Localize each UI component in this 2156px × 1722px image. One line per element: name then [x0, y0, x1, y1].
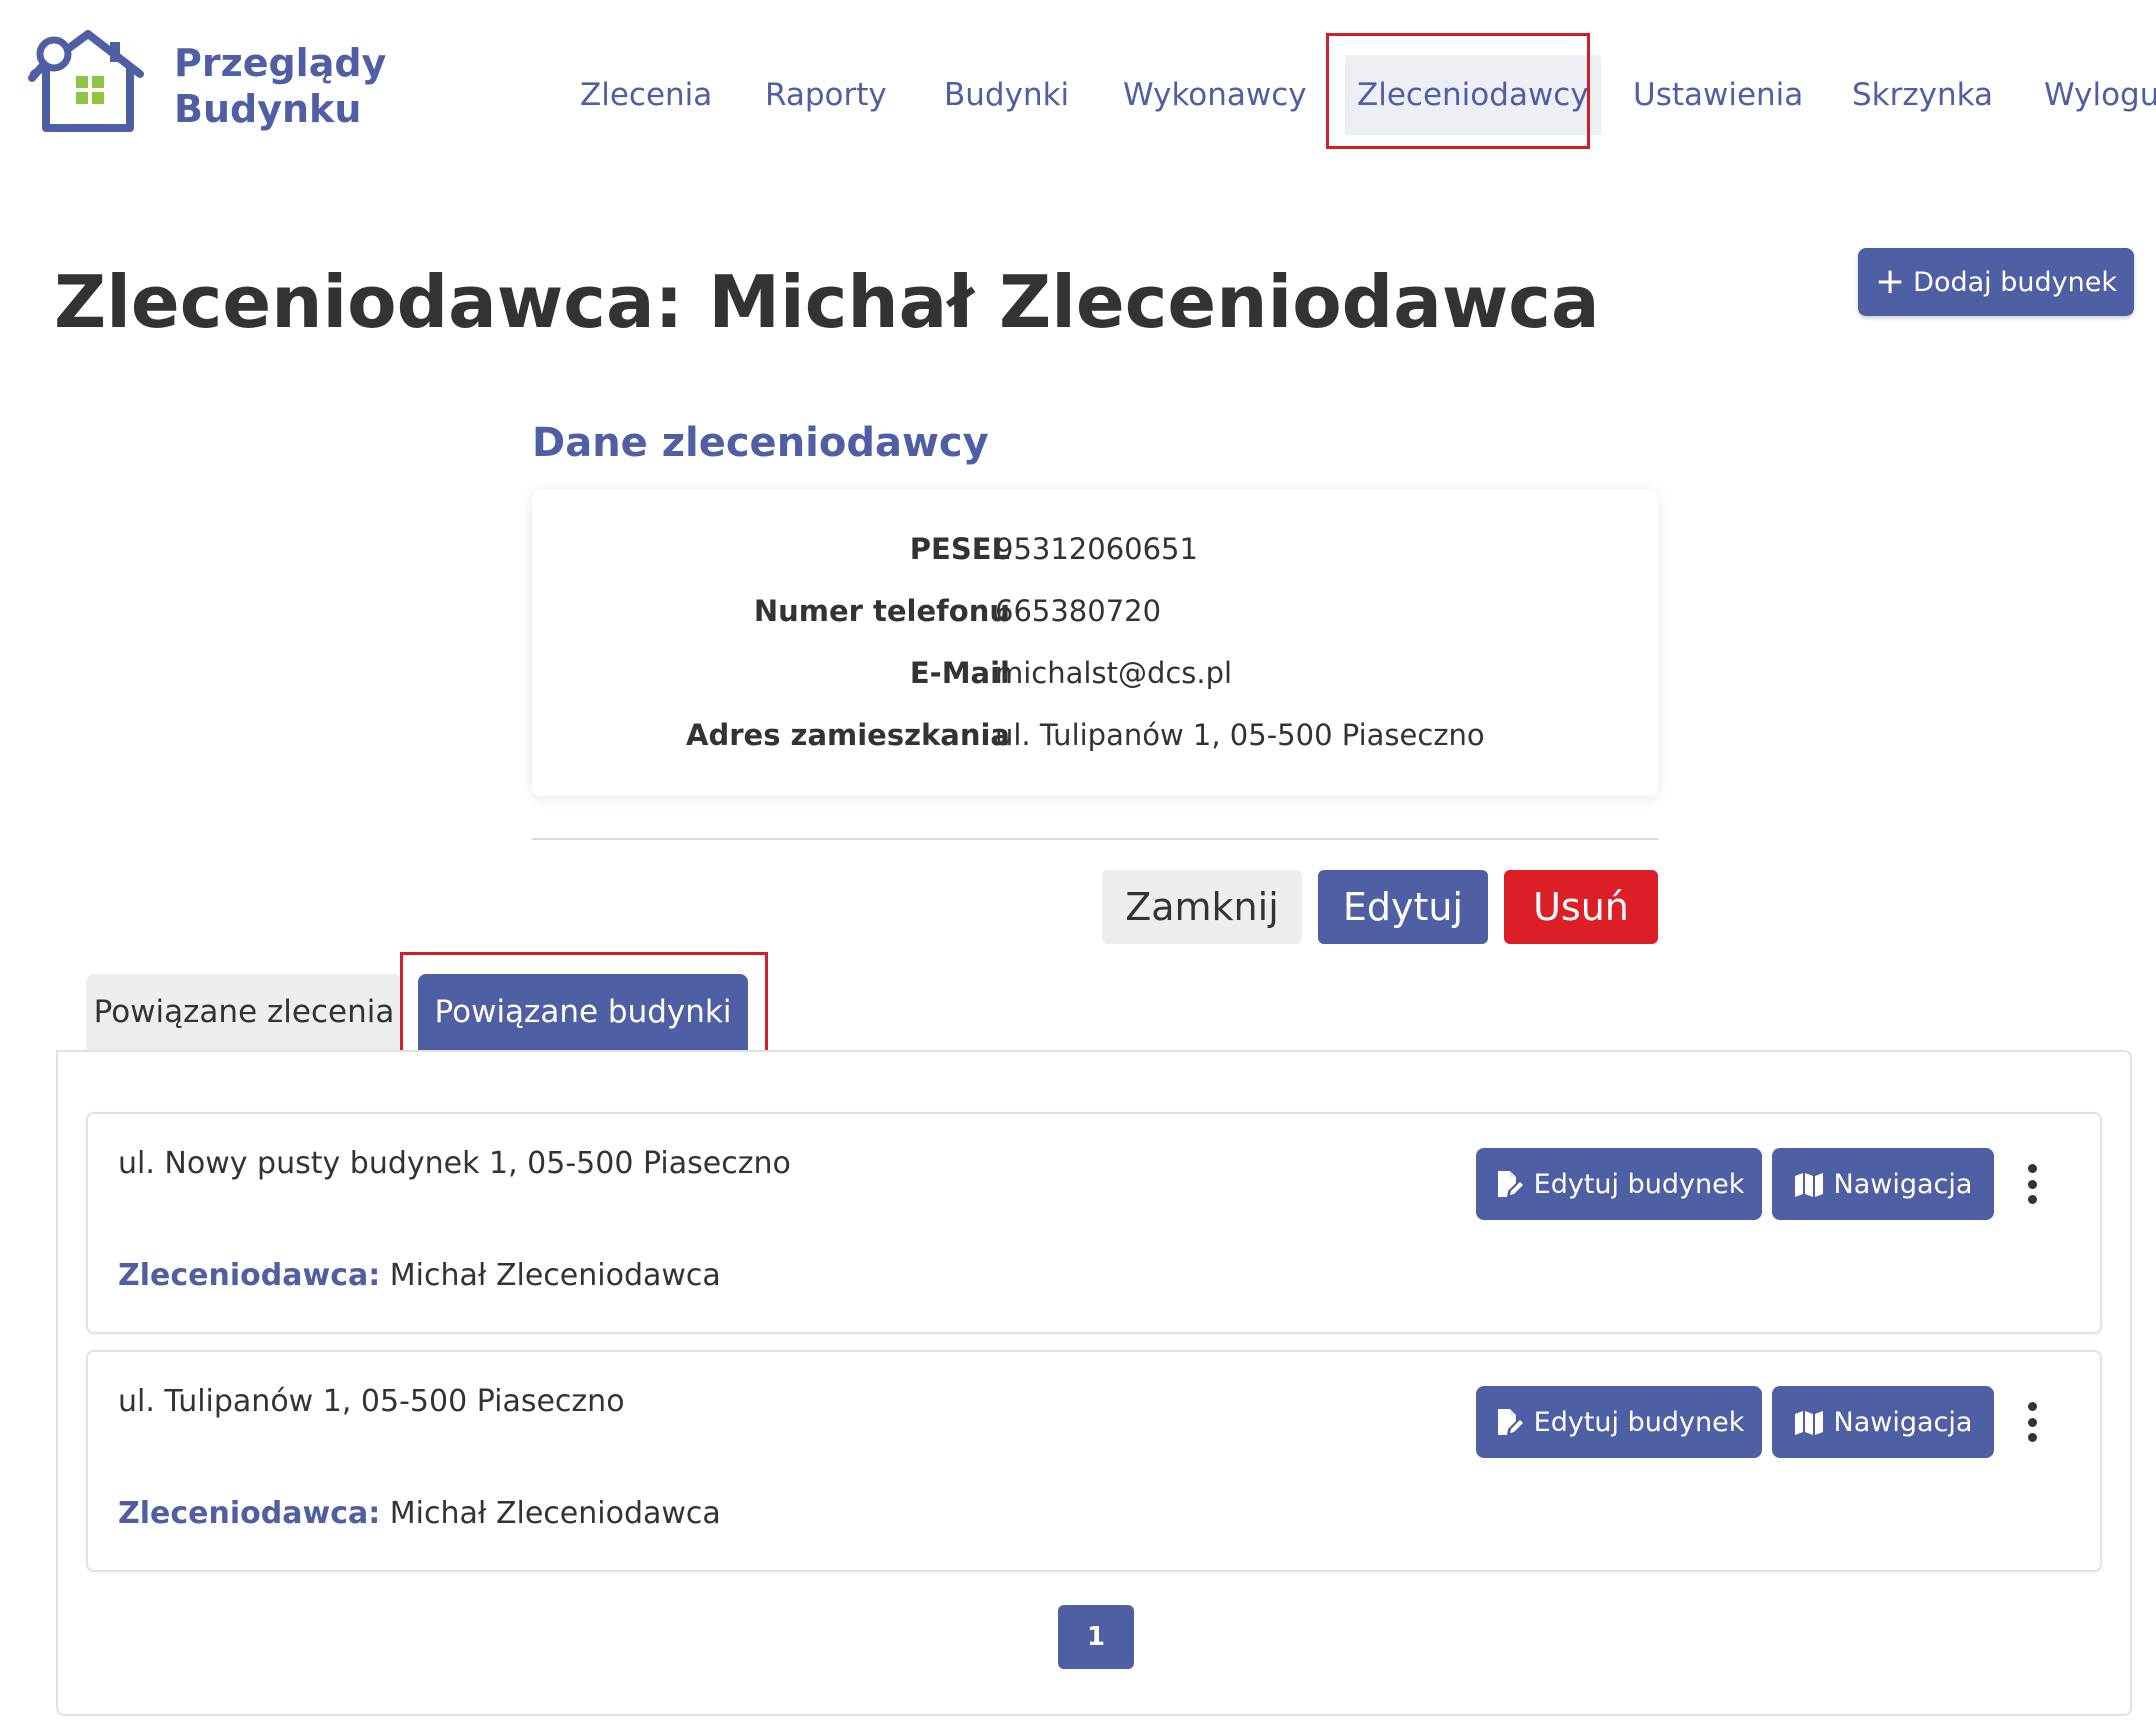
close-button[interactable]: Zamknij [1102, 870, 1302, 944]
brand-name: Przeglądy Budynku [174, 40, 414, 132]
nav-item-zlecenia[interactable]: Zlecenia [580, 55, 712, 135]
add-building-label: Dodaj budynek [1913, 266, 2117, 298]
tab-related-orders[interactable]: Powiązane zlecenia [86, 974, 402, 1050]
info-value: michalst@dcs.pl [995, 656, 1233, 690]
house-magnifier-icon [28, 30, 144, 132]
map-icon [1794, 1411, 1823, 1435]
divider [532, 838, 1658, 840]
nav-item-zleceniodawcy[interactable]: Zleceniodawcy [1345, 55, 1601, 135]
building-client: Zleceniodawca: Michał Zleceniodawca [118, 1258, 721, 1293]
client-info-card: PESEL 95312060651 Numer telefonu 6653807… [532, 490, 1658, 796]
pagination-page-button[interactable]: 1 [1058, 1605, 1134, 1669]
building-address: ul. Nowy pusty budynek 1, 05-500 Piasecz… [118, 1146, 791, 1181]
delete-button[interactable]: Usuń [1504, 870, 1658, 944]
info-value: 665380720 [995, 594, 1162, 628]
tab-related-buildings[interactable]: Powiązane budynki [418, 974, 748, 1050]
building-card: ul. Nowy pusty budynek 1, 05-500 Piasecz… [86, 1112, 2102, 1334]
plus-icon: + [1875, 261, 1906, 302]
info-row-address: Adres zamieszkania ul. Tulipanów 1, 05-5… [532, 718, 1658, 762]
edit-building-label: Edytuj budynek [1533, 1406, 1745, 1438]
building-client: Zleceniodawca: Michał Zleceniodawca [118, 1496, 721, 1531]
edit-button[interactable]: Edytuj [1318, 870, 1488, 944]
nav-item-wyloguj[interactable]: Wyloguj [2044, 55, 2156, 135]
edit-building-button[interactable]: Edytuj budynek [1476, 1386, 1762, 1458]
map-icon [1794, 1173, 1823, 1197]
building-client-name: Michał Zleceniodawca [389, 1258, 721, 1293]
navigation-label: Nawigacja [1833, 1168, 1973, 1200]
edit-building-button[interactable]: Edytuj budynek [1476, 1148, 1762, 1220]
brand-line-2: Budynku [174, 87, 362, 131]
header: Przeglądy Budynku Zlecenia Raporty Budyn… [0, 0, 2156, 190]
nav-item-budynki[interactable]: Budynki [944, 55, 1069, 135]
info-label: Adres zamieszkania [686, 718, 1010, 752]
building-client-label: Zleceniodawca: [118, 1496, 381, 1531]
add-building-button[interactable]: + Dodaj budynek [1858, 248, 2134, 316]
building-client-name: Michał Zleceniodawca [389, 1496, 721, 1531]
nav-item-ustawienia[interactable]: Ustawienia [1633, 55, 1803, 135]
info-label: Numer telefonu [753, 594, 1010, 628]
building-card: ul. Tulipanów 1, 05-500 Piaseczno Zlecen… [86, 1350, 2102, 1572]
page-title: Zleceniodawca: Michał Zleceniodawca [54, 260, 1600, 344]
navigation-button[interactable]: Nawigacja [1772, 1148, 1994, 1220]
info-row-pesel: PESEL 95312060651 [532, 532, 1658, 576]
file-edit-icon [1497, 1171, 1523, 1197]
info-row-email: E-Mail michalst@dcs.pl [532, 656, 1658, 700]
file-edit-icon [1497, 1409, 1523, 1435]
kebab-menu-icon[interactable] [2020, 1164, 2044, 1204]
info-value: 95312060651 [995, 532, 1198, 566]
navigation-button[interactable]: Nawigacja [1772, 1386, 1994, 1458]
edit-building-label: Edytuj budynek [1533, 1168, 1745, 1200]
building-client-label: Zleceniodawca: [118, 1258, 381, 1293]
section-title: Dane zleceniodawcy [532, 420, 989, 466]
nav-item-raporty[interactable]: Raporty [765, 55, 887, 135]
brand-line-1: Przeglądy [174, 41, 387, 85]
kebab-menu-icon[interactable] [2020, 1402, 2044, 1442]
building-address: ul. Tulipanów 1, 05-500 Piaseczno [118, 1384, 625, 1419]
navigation-label: Nawigacja [1833, 1406, 1973, 1438]
info-value: ul. Tulipanów 1, 05-500 Piaseczno [995, 718, 1485, 752]
nav-item-wykonawcy[interactable]: Wykonawcy [1123, 55, 1307, 135]
nav-item-skrzynka[interactable]: Skrzynka [1852, 55, 1993, 135]
logo[interactable]: Przeglądy Budynku [24, 28, 386, 136]
info-row-phone: Numer telefonu 665380720 [532, 594, 1658, 638]
